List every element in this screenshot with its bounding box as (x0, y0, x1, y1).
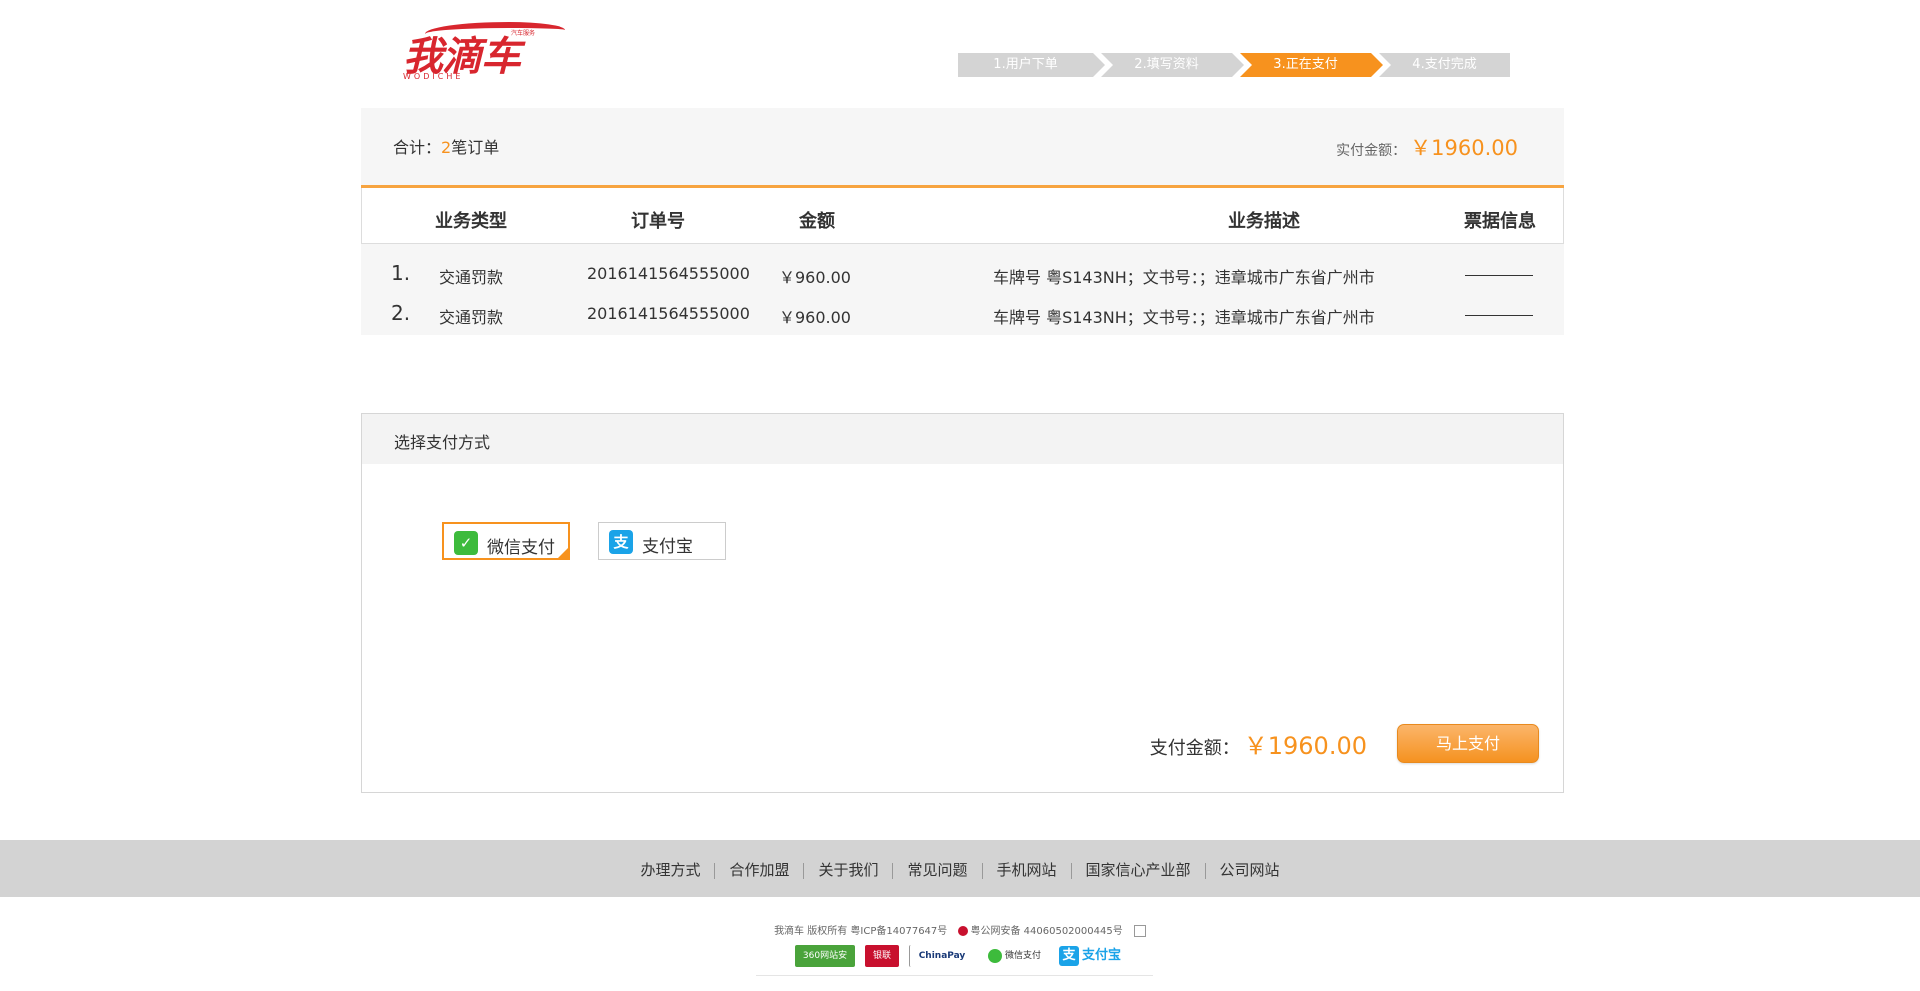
footer-link-about[interactable]: 关于我们 (804, 861, 892, 879)
progress-steps: 1.用户下单 2.填写资料 3.正在支付 4.支付完成 (958, 53, 1518, 77)
col-header-amount: 金额 (799, 211, 835, 232)
wechat-icon: ✓ (454, 531, 478, 555)
order-count-number: 2 (441, 138, 452, 157)
alipay-icon: 支 (609, 530, 633, 554)
row-type: 交通罚款 (439, 268, 504, 287)
badge-alipay-label: 支付宝 (1082, 948, 1122, 963)
footer-divider-line (756, 975, 1153, 976)
order-summary: 合计：2笔订单 实付金额： ￥1960.00 (361, 108, 1564, 188)
row-amount: ￥960.00 (779, 268, 851, 287)
footer-link-ministry[interactable]: 国家信心产业部 (1072, 861, 1205, 879)
footer-link-faq[interactable]: 常见问题 (893, 861, 981, 879)
logo-sub: WODICHE (403, 72, 464, 81)
row-type: 交通罚款 (439, 308, 504, 327)
payment-panel: ✓ 微信支付 支 支付宝 支付金额： ￥1960.00 马上支付 (361, 464, 1564, 793)
row-order-no: 2016141564555000 (587, 304, 750, 323)
total-suffix: 笔订单 (451, 138, 500, 157)
logo-tag: 汽车服务 (511, 30, 536, 37)
badge-alipay: 支支付宝 (1055, 945, 1125, 967)
col-header-receipt: 票据信息 (1464, 211, 1536, 232)
footer-link-company[interactable]: 公司网站 (1206, 861, 1294, 879)
row-receipt-empty (1465, 315, 1533, 316)
payment-option-wechat[interactable]: ✓ 微信支付 (442, 522, 570, 560)
selected-corner-icon (557, 547, 569, 559)
badge-wechat-pay-label: 微信支付 (1005, 951, 1042, 961)
paid-label: 实付金额： (1336, 143, 1407, 159)
step-arrow (1232, 53, 1244, 77)
badge-360-safe[interactable]: 360网站安全检测 (795, 945, 855, 983)
orders-table-header: 业务类型 订单号 金额 业务描述 票据信息 (361, 188, 1564, 244)
trust-badges: 360网站安全检测 银联 ChinaPay 微信支付 支支付宝 (795, 943, 1125, 983)
paid-amount-value: ￥1960.00 (1410, 136, 1518, 160)
payment-option-alipay[interactable]: 支 支付宝 (598, 522, 726, 560)
row-order-no: 2016141564555000 (587, 264, 750, 283)
step-label: 3.正在支付 (1273, 57, 1338, 72)
step-arrow (1093, 53, 1105, 77)
payment-total-label: 支付金额： (1149, 738, 1240, 759)
row-desc: 车牌号 粤S143NH；文书号：；违章城市广东省广州市 (993, 308, 1375, 327)
row-index: 1. (391, 261, 411, 285)
col-header-order-no: 订单号 (631, 211, 685, 232)
col-header-desc: 业务描述 (1228, 211, 1300, 232)
step-2: 2.填写资料 (1101, 53, 1244, 77)
step-1: 1.用户下单 (958, 53, 1105, 77)
row-receipt-empty (1465, 275, 1533, 276)
footer-links: 办理方式 合作加盟 关于我们 常见问题 手机网站 国家信心产业部 公司网站 (0, 859, 1920, 880)
paid-amount: 实付金额： ￥1960.00 (1336, 132, 1518, 162)
payment-option-label: 微信支付 (487, 538, 555, 558)
table-row: 2. 交通罚款 2016141564555000 ￥960.00 车牌号 粤S1… (361, 296, 1564, 336)
row-index: 2. (391, 301, 411, 325)
stats-icon (1133, 925, 1146, 937)
site-logo[interactable]: 我滴车 汽车服务 WODICHE (389, 22, 569, 84)
badge-chinapay: ChinaPay (909, 945, 974, 967)
police-record-text: 粤公网安备 44060502000445号 (970, 926, 1123, 937)
orders-table-body: 1. 交通罚款 2016141564555000 ￥960.00 车牌号 粤S1… (361, 244, 1564, 335)
step-label: 1.用户下单 (993, 57, 1058, 72)
pay-now-button[interactable]: 马上支付 (1397, 724, 1539, 763)
wechat-pay-icon (988, 948, 1002, 963)
police-badge-icon (958, 926, 969, 936)
step-label: 4.支付完成 (1412, 57, 1477, 72)
footer-link-process[interactable]: 办理方式 (626, 861, 714, 879)
payment-method-header: 选择支付方式 (361, 413, 1564, 465)
badge-wechat-pay: 微信支付 (984, 945, 1045, 967)
step-4: 4.支付完成 (1379, 53, 1510, 77)
table-row: 1. 交通罚款 2016141564555000 ￥960.00 车牌号 粤S1… (361, 256, 1564, 296)
row-amount: ￥960.00 (779, 308, 851, 327)
step-arrow (1371, 53, 1383, 77)
footer-nav: 办理方式 合作加盟 关于我们 常见问题 手机网站 国家信心产业部 公司网站 (0, 840, 1920, 897)
copyright-text: 我滴车 版权所有 粤ICP备14077647号 (774, 926, 948, 937)
alipay-badge-icon: 支 (1059, 945, 1080, 966)
row-desc: 车牌号 粤S143NH；文书号：；违章城市广东省广州市 (993, 268, 1375, 287)
order-count: 合计：2笔订单 (393, 134, 499, 158)
copyright-line: 我滴车 版权所有 粤ICP备14077647号 粤公网安备 4406050200… (0, 922, 1920, 937)
badge-unionpay: 银联 (865, 945, 899, 967)
payment-option-label: 支付宝 (642, 537, 693, 557)
payment-total-amount: ￥1960.00 (1243, 732, 1367, 760)
payment-method-title: 选择支付方式 (394, 433, 491, 452)
payment-total: 支付金额： ￥1960.00 (1150, 726, 1367, 761)
step-label: 2.填写资料 (1134, 57, 1199, 72)
col-header-type: 业务类型 (435, 211, 507, 232)
footer-link-mobile[interactable]: 手机网站 (983, 861, 1071, 879)
step-3: 3.正在支付 (1240, 53, 1383, 77)
footer-link-partner[interactable]: 合作加盟 (715, 861, 803, 879)
total-prefix: 合计： (393, 138, 442, 157)
